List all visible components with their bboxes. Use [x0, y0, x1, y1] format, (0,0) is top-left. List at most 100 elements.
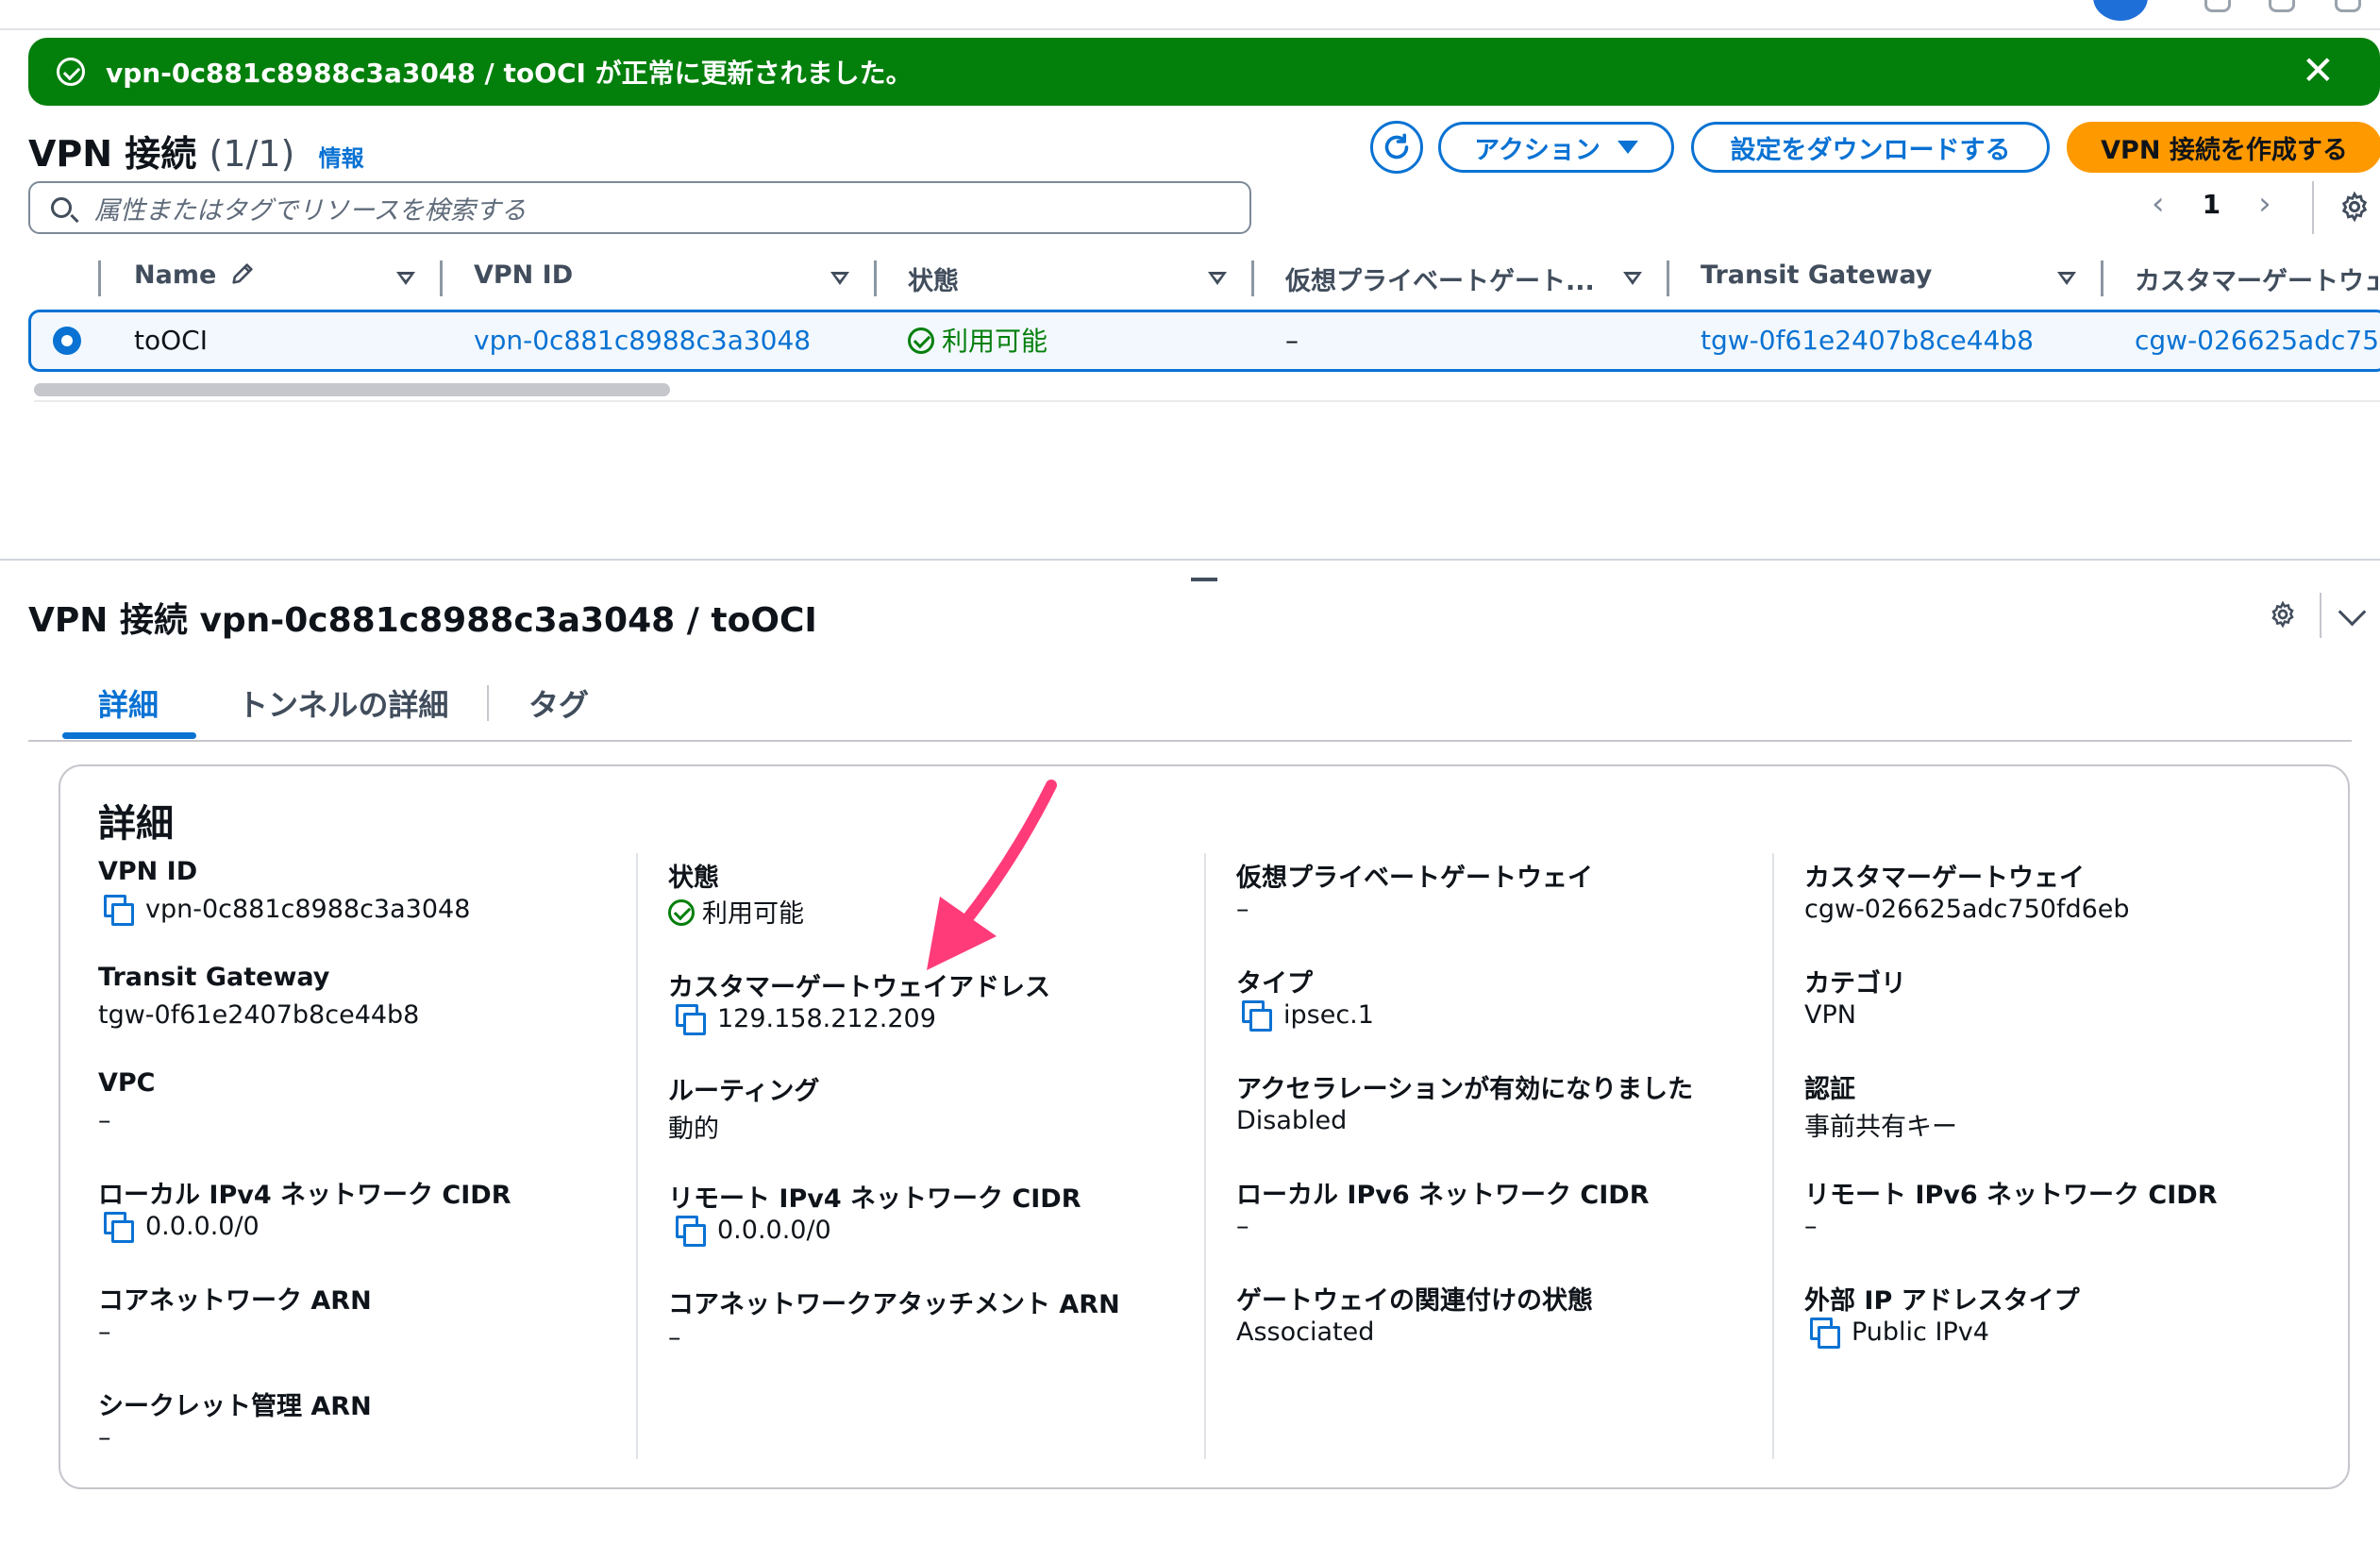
next-page-icon[interactable]: › — [2258, 185, 2271, 223]
info-link[interactable]: 情報 — [319, 145, 364, 172]
divider — [34, 400, 2380, 402]
search-input[interactable]: 属性またはタグでリソースを検索する — [28, 181, 1251, 234]
field-value-gw-association: Associated — [1236, 1318, 1375, 1347]
active-tab-indicator — [62, 732, 196, 739]
field-label-remote-ipv6: リモート IPv6 ネットワーク CIDR — [1804, 1181, 2218, 1210]
divider — [2312, 181, 2314, 234]
copy-icon[interactable] — [104, 1212, 134, 1243]
create-vpn-label: VPN 接続を作成する — [2101, 135, 2348, 165]
copy-icon[interactable] — [1810, 1318, 1840, 1349]
user-avatar[interactable] — [2093, 0, 2148, 21]
search-icon — [51, 197, 72, 218]
field-value-local-ipv4: 0.0.0.0/0 — [104, 1212, 260, 1243]
field-value-remote-ipv6: – — [1804, 1212, 1818, 1241]
search-placeholder: 属性またはタグでリソースを検索する — [94, 195, 527, 226]
chevron-down-icon[interactable] — [2338, 597, 2367, 627]
refresh-button[interactable] — [1370, 121, 1423, 174]
settings-icon[interactable] — [2335, 0, 2361, 12]
field-label-remote-ipv4: リモート IPv4 ネットワーク CIDR — [668, 1184, 1081, 1214]
success-flashbar: vpn-0c881c8988c3a3048 / toOCI が正常に更新されまし… — [28, 38, 2380, 106]
close-icon[interactable]: ✕ — [2302, 51, 2335, 91]
field-value-cgw-link[interactable]: cgw-026625adc750fd6eb — [1804, 895, 2130, 924]
field-value-secret-arn: – — [98, 1423, 111, 1452]
page-title: VPN 接続 (1/1) 情報 — [28, 125, 364, 176]
cgw-address-text: 129.158.212.209 — [717, 1004, 936, 1033]
cell-cgw-link[interactable]: cgw-026625adc750fd6eb — [2135, 325, 2380, 356]
field-label-tgw: Transit Gateway — [98, 963, 330, 992]
detail-panel-title: VPN 接続 vpn-0c881c8988c3a3048 / toOCI — [28, 601, 817, 640]
copy-icon[interactable] — [676, 1004, 706, 1035]
cell-tgw-link[interactable]: tgw-0f61e2407b8ce44b8 — [1701, 325, 2034, 356]
horizontal-scrollbar[interactable] — [34, 383, 670, 396]
create-vpn-button[interactable]: VPN 接続を作成する — [2067, 122, 2380, 173]
notifications-icon[interactable] — [2269, 0, 2295, 12]
sort-icon[interactable] — [1623, 272, 1642, 285]
cell-state-text: 利用可能 — [942, 326, 1048, 357]
field-label-routing: ルーティング — [668, 1077, 820, 1106]
cell-vgw: – — [1285, 325, 1299, 356]
row-radio-button[interactable] — [53, 327, 81, 355]
actions-label: アクション — [1474, 135, 1601, 165]
actions-dropdown-button[interactable]: アクション — [1438, 122, 1674, 173]
column-divider — [1667, 260, 1669, 296]
tab-details[interactable]: 詳細 — [98, 681, 159, 725]
field-label-category: カテゴリ — [1804, 969, 1906, 999]
type-text: ipsec.1 — [1283, 1000, 1374, 1030]
column-divider — [2101, 260, 2103, 296]
check-circle-icon — [668, 899, 695, 926]
pencil-icon — [232, 263, 253, 284]
column-header-state[interactable]: 状態 — [908, 260, 959, 297]
tab-tags[interactable]: タグ — [528, 681, 589, 725]
copy-icon[interactable] — [676, 1216, 706, 1247]
page-number[interactable]: 1 — [2203, 189, 2221, 220]
settings-icon[interactable] — [2338, 191, 2371, 223]
field-label-acceleration: アクセラレーションが有効になりました — [1236, 1075, 1694, 1104]
field-label-core-network-arn: コアネットワーク ARN — [98, 1286, 372, 1316]
column-header-name[interactable]: Name — [134, 260, 256, 290]
cell-state: 利用可能 — [908, 321, 1048, 359]
sort-icon[interactable] — [396, 272, 415, 285]
sort-icon[interactable] — [1208, 272, 1227, 285]
tab-tunnel-details[interactable]: トンネルの詳細 — [238, 681, 448, 725]
column-header-vgw[interactable]: 仮想プライベートゲート... — [1285, 260, 1595, 297]
local-ipv4-text: 0.0.0.0/0 — [145, 1212, 260, 1241]
sort-icon[interactable] — [830, 272, 849, 285]
field-label-state: 状態 — [668, 864, 719, 893]
cell-name: toOCI — [134, 325, 208, 356]
field-value-core-network-arn: – — [98, 1318, 111, 1347]
divider — [2320, 593, 2321, 638]
field-value-outside-ip-type: Public IPv4 — [1810, 1318, 1989, 1349]
settings-icon[interactable] — [2269, 600, 2297, 629]
field-value-category: VPN — [1804, 1000, 1856, 1030]
download-config-label: 設定をダウンロードする — [1730, 135, 2011, 165]
column-divider — [1251, 260, 1254, 296]
prev-page-icon[interactable]: ‹ — [2152, 185, 2165, 223]
pagination: ‹ 1 › — [2152, 185, 2271, 223]
download-config-button[interactable]: 設定をダウンロードする — [1691, 122, 2050, 173]
copy-icon[interactable] — [1242, 1000, 1272, 1032]
sort-icon[interactable] — [2057, 272, 2076, 285]
copy-icon[interactable] — [104, 895, 134, 926]
field-label-type: タイプ — [1236, 969, 1313, 999]
resize-handle-icon[interactable] — [1191, 578, 1217, 581]
field-value-vgw: – — [1236, 895, 1249, 924]
column-header-cgw[interactable]: カスタマーゲートウェ — [2135, 260, 2378, 297]
flash-message: vpn-0c881c8988c3a3048 / toOCI が正常に更新されまし… — [106, 58, 913, 89]
help-icon[interactable] — [2204, 0, 2231, 12]
field-label-vpc: VPC — [98, 1068, 156, 1098]
field-label-outside-ip-type: 外部 IP アドレスタイプ — [1804, 1286, 2080, 1316]
caret-down-icon — [1617, 141, 1638, 154]
field-value-tgw-link[interactable]: tgw-0f61e2407b8ce44b8 — [98, 1000, 419, 1030]
check-circle-icon — [908, 327, 934, 354]
column-header-vpn-id[interactable]: VPN ID — [474, 260, 573, 290]
details-heading: 詳細 — [98, 802, 174, 846]
field-value-remote-ipv4: 0.0.0.0/0 — [676, 1216, 831, 1247]
state-text: 利用可能 — [702, 899, 804, 929]
field-value-type: ipsec.1 — [1242, 1000, 1374, 1032]
arrow-annotation-icon — [927, 780, 1057, 970]
cell-vpn-id-link[interactable]: vpn-0c881c8988c3a3048 — [474, 325, 811, 356]
column-header-tgw[interactable]: Transit Gateway — [1701, 260, 1932, 290]
outside-ip-type-text: Public IPv4 — [1852, 1318, 1989, 1347]
field-label-local-ipv6: ローカル IPv6 ネットワーク CIDR — [1236, 1181, 1650, 1210]
column-divider — [440, 260, 443, 296]
